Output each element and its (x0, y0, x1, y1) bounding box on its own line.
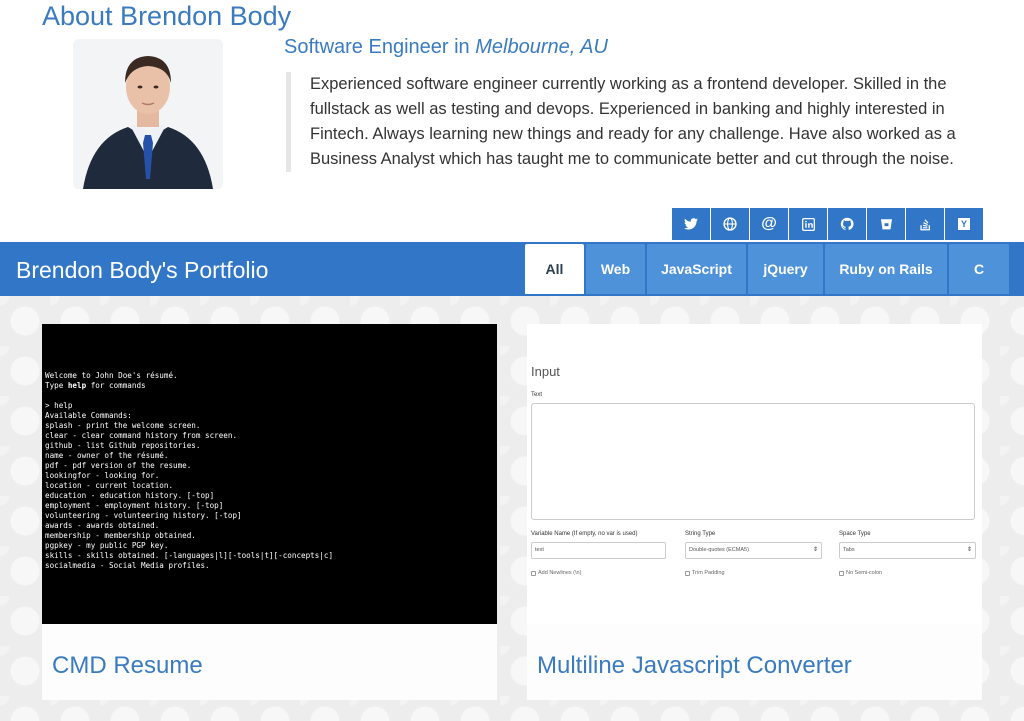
card-screenshot: Input Text Variable Name (If empty, no v… (527, 324, 982, 624)
portfolio-filter-tabs: All Web JavaScript jQuery Ruby on Rails … (525, 244, 1009, 294)
tab-web[interactable]: Web (586, 244, 645, 294)
string-type-select: Double-quotes (ECMA5) ⇕ (685, 542, 822, 559)
portfolio-header: Brendon Body's Portfolio All Web JavaScr… (0, 242, 1024, 296)
linkedin-icon (801, 217, 815, 231)
job-title: Software Engineer in (284, 36, 476, 58)
select-arrow-icon: ⇕ (966, 547, 972, 553)
terminal-output: Available Commands: splash - print the we… (45, 411, 494, 571)
string-type-value: Double-quotes (ECMA5) (689, 547, 749, 553)
globe-icon (723, 217, 737, 231)
terminal-line: lookingfor - looking for. (45, 471, 160, 480)
terminal-line: splash - print the welcome screen. (45, 421, 201, 430)
page-title: About Brendon Body (42, 1, 292, 31)
semicolon-checkbox: No Semi-colon (839, 570, 882, 576)
twitter-button[interactable] (672, 208, 710, 240)
terminal-line: name - owner of the résumé. (45, 451, 169, 460)
bio-quote: Experienced software engineer currently … (286, 72, 966, 172)
location: Melbourne, AU (475, 36, 608, 58)
terminal-help-hint: Type help for commands (45, 381, 494, 391)
hackernews-glyph: Y (960, 219, 967, 229)
portfolio-gallery: Welcome to John Doe's résumé. Type help f… (0, 296, 1024, 721)
terminal-hint-suffix: for commands (86, 381, 146, 390)
trim-label: Trim Padding (692, 570, 725, 576)
text-label: Text (531, 392, 543, 398)
terminal-hint-keyword: help (67, 381, 87, 390)
card-title[interactable]: Multiline Javascript Converter (537, 651, 852, 681)
tab-all[interactable]: All (525, 244, 584, 294)
var-input: text (531, 542, 666, 559)
profile-photo (73, 39, 223, 189)
checkbox-icon (531, 570, 536, 576)
tab-jquery[interactable]: jQuery (748, 244, 823, 294)
space-type-select: Tabs ⇕ (839, 542, 976, 559)
at-icon: @ (761, 215, 777, 232)
email-button[interactable]: @ (750, 208, 788, 240)
var-label: Variable Name (If empty, no var is used) (531, 531, 638, 537)
terminal-line: location - current location. (45, 481, 174, 490)
terminal-hint-prefix: Type (45, 381, 68, 390)
trim-checkbox: Trim Padding (685, 570, 725, 576)
checkbox-icon (685, 570, 690, 576)
bitbucket-icon (880, 218, 892, 229)
tab-javascript[interactable]: JavaScript (647, 244, 746, 294)
twitter-icon (684, 218, 698, 230)
stackoverflow-icon (919, 219, 930, 231)
checkbox-icon (839, 570, 844, 576)
portfolio-card-multiline-js-converter[interactable]: Input Text Variable Name (If empty, no v… (527, 324, 982, 700)
newlines-checkbox: Add Newlines (\n) (531, 570, 581, 576)
terminal-line: socialmedia - Social Media profiles. (45, 561, 210, 570)
converter-heading: Input (531, 364, 560, 379)
github-icon (840, 217, 854, 231)
social-links: @ Y (672, 208, 983, 240)
avatar (73, 39, 223, 189)
website-button[interactable] (711, 208, 749, 240)
newlines-label: Add Newlines (\n) (538, 570, 582, 576)
terminal-line: Available Commands: (45, 411, 132, 420)
converter-preview: Input Text Variable Name (If empty, no v… (527, 324, 982, 624)
terminal-preview: Welcome to John Doe's résumé. Type help f… (42, 324, 497, 624)
terminal-line: clear - clear command history from scree… (45, 431, 238, 440)
bitbucket-button[interactable] (867, 208, 905, 240)
tab-ruby-on-rails[interactable]: Ruby on Rails (825, 244, 947, 294)
card-screenshot: Welcome to John Doe's résumé. Type help f… (42, 324, 497, 624)
terminal-line: pdf - pdf version of the resume. (45, 461, 192, 470)
linkedin-button[interactable] (789, 208, 827, 240)
terminal-welcome: Welcome to John Doe's résumé. (45, 371, 178, 380)
hackernews-icon: Y (958, 218, 970, 230)
github-button[interactable] (828, 208, 866, 240)
terminal-line: volunteering - volunteering history. [-t… (45, 511, 242, 520)
tab-c[interactable]: C (949, 244, 1009, 294)
terminal-line: github - list Github repositories. (45, 441, 201, 450)
stackoverflow-button[interactable] (906, 208, 944, 240)
terminal-line: pgpkey - my public PGP key. (45, 541, 169, 550)
text-input-area (531, 403, 975, 520)
space-type-value: Tabs (843, 547, 855, 553)
terminal-line: employment - employment history. [-top] (45, 501, 224, 510)
portfolio-card-cmd-resume[interactable]: Welcome to John Doe's résumé. Type help f… (42, 324, 497, 700)
card-title[interactable]: CMD Resume (52, 651, 203, 681)
terminal-prompt: > help (45, 401, 73, 410)
select-arrow-icon: ⇕ (812, 547, 818, 553)
string-type-label: String Type (685, 531, 716, 537)
terminal-line: membership - membership obtained. (45, 531, 196, 540)
terminal-line: education - education history. [-top] (45, 491, 215, 500)
job-subtitle: Software Engineer in Melbourne, AU (284, 35, 608, 59)
terminal-line: skills - skills obtained. [-languages|l]… (45, 551, 334, 560)
terminal-line: awards - awards obtained. (45, 521, 160, 530)
portfolio-title: Brendon Body's Portfolio (16, 257, 269, 283)
hackernews-button[interactable]: Y (945, 208, 983, 240)
space-type-label: Space Type (839, 531, 871, 537)
semicolon-label: No Semi-colon (846, 570, 883, 576)
